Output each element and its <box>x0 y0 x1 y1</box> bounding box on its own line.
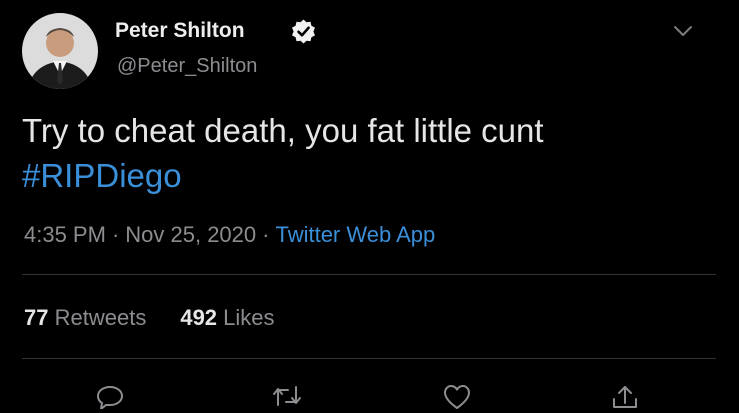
tweet-date[interactable]: Nov 25, 2020 <box>125 222 256 247</box>
meta-separator: · <box>262 222 270 247</box>
avatar[interactable] <box>22 13 98 89</box>
likes-count: 492 <box>180 305 218 330</box>
tweet-text: Try to cheat death, you fat little cunt … <box>22 108 544 198</box>
tweet-body: Try to cheat death, you fat little cunt <box>22 112 544 149</box>
likes-label: Likes <box>223 305 275 330</box>
user-handle[interactable]: @Peter_Shilton <box>117 55 257 78</box>
divider <box>22 274 716 275</box>
retweets-stat[interactable]: 77 Retweets <box>24 305 146 330</box>
tweet-source-link[interactable]: Twitter Web App <box>275 222 435 247</box>
retweet-icon[interactable] <box>272 383 302 409</box>
share-icon[interactable] <box>610 383 640 409</box>
chevron-down-icon[interactable] <box>672 22 694 40</box>
like-icon[interactable] <box>442 383 472 409</box>
retweets-count: 77 <box>24 305 49 330</box>
likes-stat[interactable]: 492 Likes <box>180 305 274 330</box>
display-name[interactable]: Peter Shilton <box>115 19 245 43</box>
tweet-meta: 4:35 PM · Nov 25, 2020 · Twitter Web App <box>24 222 435 248</box>
reply-icon[interactable] <box>95 383 125 409</box>
divider <box>22 358 716 359</box>
tweet: Peter Shilton @Peter_Shilton Try to chea… <box>0 0 739 413</box>
retweets-label: Retweets <box>54 305 147 330</box>
tweet-time[interactable]: 4:35 PM <box>24 222 106 247</box>
tweet-stats: 77 Retweets 492 Likes <box>24 305 275 331</box>
hashtag-link[interactable]: #RIPDiego <box>22 157 182 194</box>
verified-badge-icon <box>290 18 317 45</box>
meta-separator: · <box>111 222 120 247</box>
